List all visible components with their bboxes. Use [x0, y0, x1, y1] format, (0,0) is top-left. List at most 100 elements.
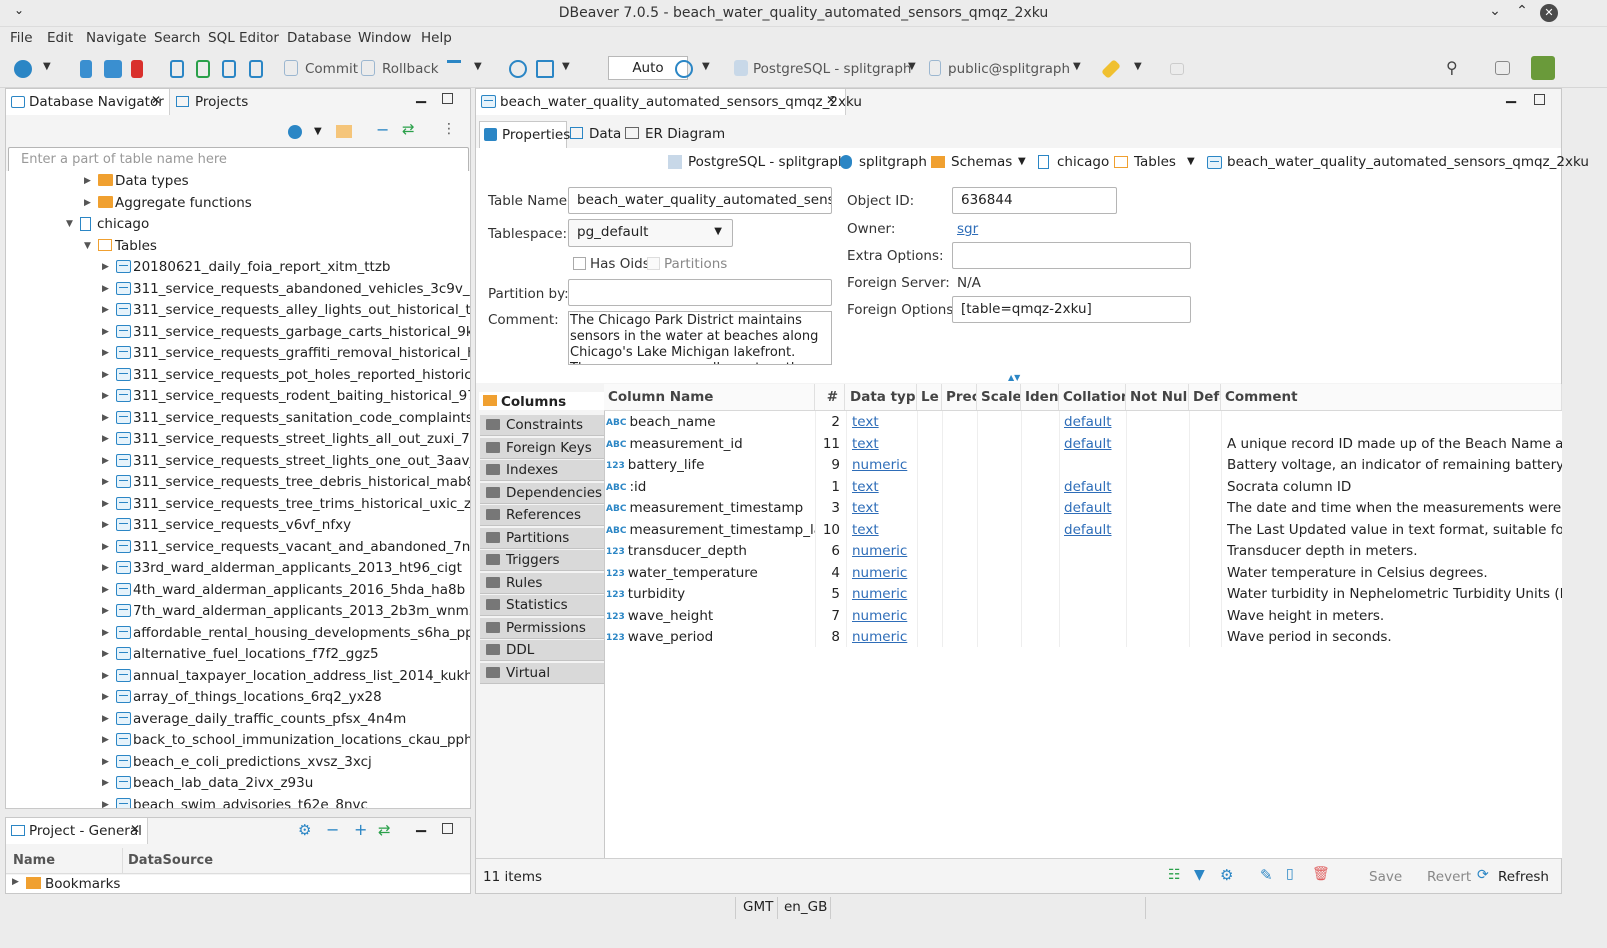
minimize-icon[interactable]: ▁: [416, 818, 426, 833]
column-header[interactable]: Comment: [1221, 384, 1562, 410]
expand-arrow-icon[interactable]: ▶: [102, 687, 109, 707]
tree-table-item[interactable]: ▶ 311_service_requests_sanitation_code_co…: [6, 408, 470, 428]
chevron-down-icon[interactable]: ▼: [474, 61, 482, 72]
commit-icon[interactable]: [284, 60, 298, 76]
gear-icon[interactable]: ⚙: [1220, 866, 1233, 884]
column-name-cell[interactable]: 123 wave_height: [606, 606, 815, 628]
expand-arrow-icon[interactable]: ▶: [102, 300, 109, 320]
column-datasource-header[interactable]: DataSource: [128, 853, 213, 868]
chevron-down-icon[interactable]: ▼: [1187, 156, 1195, 167]
edit-icon[interactable]: ✎: [1260, 866, 1273, 884]
tree-table-item[interactable]: ▶ 33rd_ward_alderman_applicants_2013_ht96…: [6, 558, 470, 578]
tree-table-item[interactable]: ▶ 311_service_requests_tree_debris_histor…: [6, 472, 470, 492]
expand-arrow-icon[interactable]: ▶: [102, 429, 109, 449]
project-tab[interactable]: Project - General ✕: [6, 818, 148, 844]
auto-commit-icon[interactable]: [222, 60, 236, 78]
expand-arrow-icon[interactable]: ▶: [12, 877, 19, 887]
close-icon[interactable]: ✕: [1540, 4, 1558, 22]
close-icon[interactable]: ✕: [130, 822, 140, 836]
filter-icon[interactable]: ▼: [1194, 867, 1205, 883]
expand-arrow-icon[interactable]: ▶: [102, 343, 109, 363]
tree-table-item[interactable]: ▶ array_of_things_locations_6rq2_yx28: [6, 687, 470, 707]
collapse-arrow-icon[interactable]: ▼: [66, 214, 73, 234]
minimize-icon[interactable]: ▁: [416, 89, 426, 104]
add-column-icon[interactable]: ▯: [1286, 866, 1294, 882]
chevron-down-icon[interactable]: ▼: [314, 126, 322, 137]
expand-arrow-icon[interactable]: ▶: [102, 558, 109, 578]
close-icon[interactable]: ✕: [826, 93, 836, 107]
view-menu-icon[interactable]: ⋮: [442, 121, 456, 137]
active-datasource[interactable]: PostgreSQL - splitgraph: [753, 61, 911, 77]
rollback-icon[interactable]: [361, 60, 375, 76]
chevron-down-icon[interactable]: ▼: [1073, 61, 1081, 72]
tab-properties[interactable]: Properties: [479, 121, 570, 148]
table-row[interactable]: 123 turbidity 5 numeric Water turbidity in N…: [604, 584, 1562, 605]
column-name-cell[interactable]: ABC measurement_timestamp: [606, 498, 815, 520]
active-schema[interactable]: public@splitgraph: [948, 61, 1070, 77]
data-type-link[interactable]: text: [852, 434, 917, 455]
expand-arrow-icon[interactable]: ▶: [102, 365, 109, 385]
tab-data[interactable]: Data: [589, 126, 621, 142]
owner-link[interactable]: sgr: [957, 221, 978, 237]
section-references[interactable]: References: [480, 505, 604, 526]
tree-table-item[interactable]: ▶ 311_service_requests_street_lights_all_…: [6, 429, 470, 449]
maximize-icon[interactable]: [442, 823, 453, 834]
data-type-link[interactable]: numeric: [852, 455, 917, 476]
tree-table-item[interactable]: ▶ beach_lab_data_2ivx_z93u: [6, 773, 470, 793]
expand-arrow-icon[interactable]: ▶: [102, 666, 109, 686]
tree-node-data-types[interactable]: ▶ Data types: [6, 171, 470, 191]
table-name-field[interactable]: beach_water_quality_automated_sensors_qm…: [568, 187, 832, 214]
section-columns[interactable]: Columns: [479, 392, 604, 410]
expand-arrow-icon[interactable]: ▶: [102, 730, 109, 750]
column-header[interactable]: Collation: [1059, 384, 1126, 410]
transaction-icon[interactable]: [170, 60, 184, 78]
section-rules[interactable]: Rules: [480, 572, 604, 594]
navigator-tab[interactable]: Database Navigator ✕: [6, 89, 170, 115]
expand-arrow-icon[interactable]: ▶: [102, 601, 109, 621]
tree-table-item[interactable]: ▶ 311_service_requests_street_lights_one_…: [6, 451, 470, 471]
table-filter-input[interactable]: Enter a part of table name here: [8, 147, 469, 173]
tree-table-item[interactable]: ▶ back_to_school_immunization_locations_c…: [6, 730, 470, 750]
data-type-link[interactable]: numeric: [852, 584, 917, 605]
menu-edit[interactable]: Edit: [47, 30, 73, 46]
extra-options-field[interactable]: [952, 242, 1191, 269]
menu-help[interactable]: Help: [421, 30, 452, 46]
section-virtual[interactable]: Virtual: [480, 662, 604, 684]
table-row[interactable]: 123 battery_life 9 numeric Battery voltage, …: [604, 455, 1562, 476]
commit-mode-icon[interactable]: [196, 60, 210, 78]
section-partitions[interactable]: Partitions: [480, 527, 604, 549]
link-icon[interactable]: ⇄: [378, 821, 391, 839]
table-row[interactable]: ABCmeasurement_timestamp_label 10 text defa…: [604, 520, 1562, 541]
pin-icon[interactable]: [1101, 59, 1121, 79]
link-editor-icon[interactable]: ⇄: [402, 120, 415, 138]
perspective-icon[interactable]: [1495, 61, 1510, 75]
expand-arrow-icon[interactable]: ▶: [102, 515, 109, 535]
chevron-down-icon[interactable]: ▼: [562, 61, 570, 72]
expand-arrow-icon[interactable]: ▶: [102, 386, 109, 406]
tree-table-item[interactable]: ▶ 311_service_requests_vacant_and_abandon…: [6, 537, 470, 557]
expand-arrow-icon[interactable]: ▶: [102, 623, 109, 643]
menu-window[interactable]: Window: [358, 30, 411, 46]
column-name-cell[interactable]: ABCmeasurement_timestamp_label: [606, 520, 815, 542]
tree-table-item[interactable]: ▶ 311_service_requests_rodent_baiting_his…: [6, 386, 470, 406]
new-connection-icon[interactable]: [288, 125, 302, 139]
comment-textarea[interactable]: The Chicago Park District maintains sens…: [568, 311, 832, 365]
data-type-link[interactable]: numeric: [852, 541, 917, 562]
column-name-cell[interactable]: ABC:id: [606, 477, 815, 499]
reconnect-icon[interactable]: [104, 60, 122, 78]
table-row[interactable]: 123 water_temperature 4 numeric Water temper…: [604, 563, 1562, 584]
has-oids-checkbox[interactable]: [573, 257, 586, 270]
tree-table-item[interactable]: ▶ 311_service_requests_garbage_carts_hist…: [6, 322, 470, 342]
tree-node-tables[interactable]: ▼ Tables: [6, 236, 470, 256]
new-folder-icon[interactable]: [336, 125, 352, 138]
data-type-link[interactable]: numeric: [852, 563, 917, 584]
tab-er-diagram[interactable]: ER Diagram: [645, 126, 725, 142]
breadcrumb-tables[interactable]: Tables: [1134, 154, 1176, 170]
breadcrumb-database[interactable]: splitgraph: [859, 154, 927, 170]
chevron-down-icon[interactable]: ▼: [43, 61, 51, 72]
breadcrumb-table[interactable]: beach_water_quality_automated_sensors_qm…: [1227, 154, 1589, 170]
column-header[interactable]: Not Null: [1126, 384, 1189, 410]
object-id-field[interactable]: 636844: [952, 187, 1117, 214]
column-header[interactable]: Prec: [942, 384, 977, 410]
partition-by-field[interactable]: [568, 279, 832, 306]
